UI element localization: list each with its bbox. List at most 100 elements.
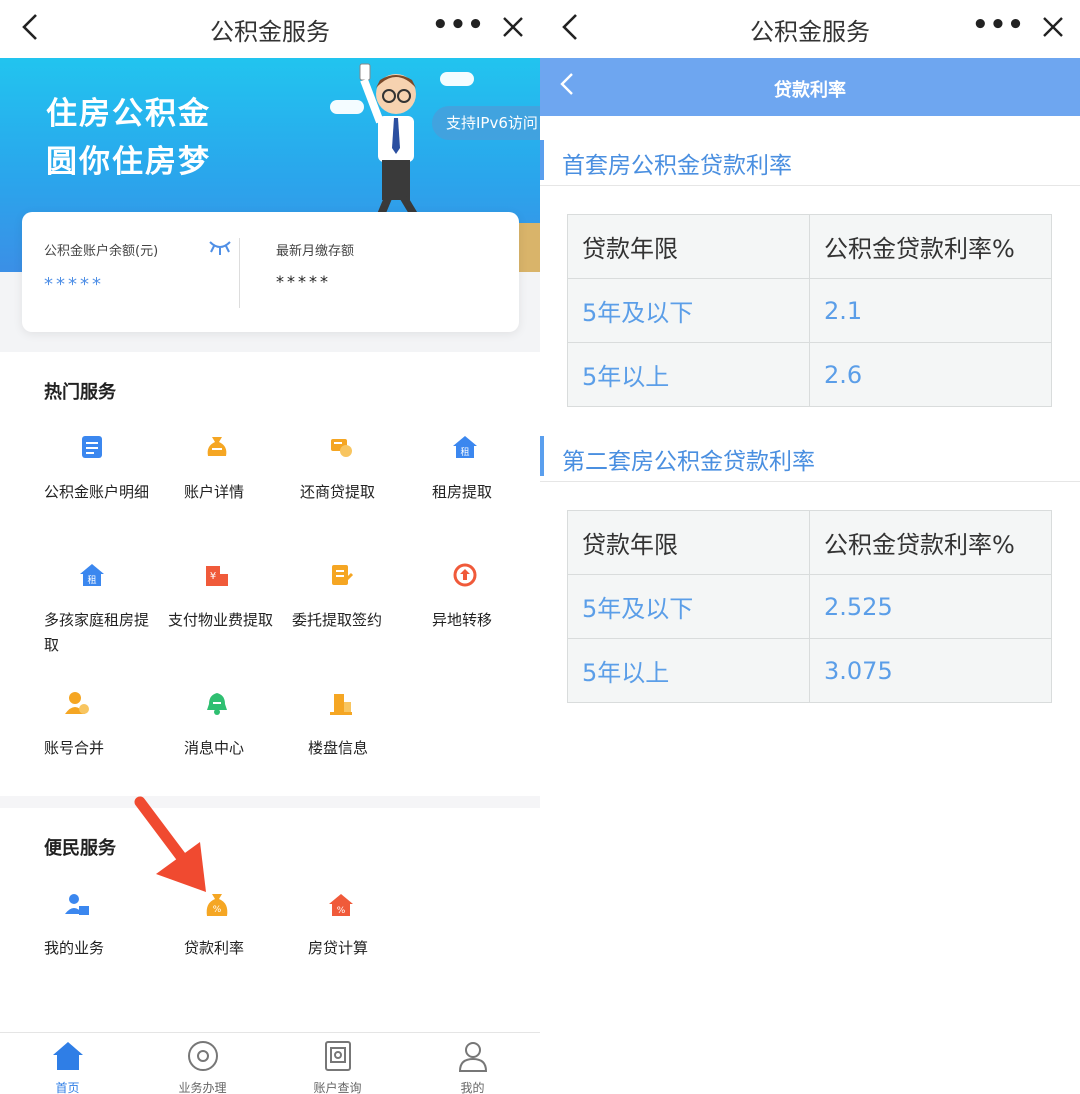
- svg-text:租: 租: [460, 447, 469, 458]
- service-label: 账号合并: [44, 739, 105, 757]
- ipv6-support-badge[interactable]: 支持IPv6访问: [432, 106, 540, 140]
- rent-house-icon: 租: [80, 564, 104, 586]
- service-label: 贷款利率: [184, 939, 245, 957]
- service-message-center[interactable]: 消息中心: [184, 690, 308, 760]
- account-query-icon: [324, 1041, 351, 1071]
- svg-text:%: %: [337, 906, 346, 916]
- back-arrow-icon[interactable]: [554, 70, 580, 100]
- banner-slogan-line2: 圆你住房梦: [46, 144, 211, 180]
- second-home-rate-table: 贷款年限 公积金贷款利率% 5年及以下 2.525 5年以上 3.075: [567, 510, 1052, 703]
- service-mortgage-calculator[interactable]: % 房贷计算: [308, 892, 432, 962]
- second-home-rate-heading: 第二套房公积金贷款利率: [540, 432, 1080, 482]
- back-arrow-icon[interactable]: [554, 10, 588, 44]
- tab-label: 账户查询: [313, 1081, 362, 1094]
- transfer-icon: [453, 563, 477, 587]
- card-divider: [239, 238, 240, 308]
- house-calc-icon: %: [329, 894, 353, 916]
- loan-rate-screen: 公积金服务 ••• 贷款利率 首套房公积金贷款利率 贷款年限 公积金贷款利率% …: [540, 0, 1080, 1094]
- red-arrow-annotation: [134, 796, 206, 892]
- table-row: 5年及以下 2.525: [567, 574, 1052, 639]
- column-header-rate: 公积金贷款利率%: [809, 214, 1052, 279]
- first-home-rate-heading: 首套房公积金贷款利率: [540, 136, 1080, 186]
- business-icon: [187, 1041, 218, 1071]
- service-label: 支付物业费提取: [168, 611, 274, 629]
- service-property-fee[interactable]: ¥ 支付物业费提取: [168, 562, 292, 662]
- tab-profile[interactable]: 我的: [405, 1033, 540, 1094]
- banner-slogan-line1: 住房公积金: [46, 96, 211, 132]
- convenience-services-title: 便民服务: [44, 838, 116, 859]
- loan-rate-header: 贷款利率: [540, 58, 1080, 116]
- rate-cell: 3.075: [809, 638, 1052, 703]
- balance-label: 公积金账户余额(元): [44, 244, 159, 259]
- column-header-rate: 公积金贷款利率%: [809, 510, 1052, 575]
- close-icon[interactable]: [1036, 10, 1070, 44]
- money-bag-icon: [207, 437, 227, 456]
- section-title: 首套房公积金贷款利率: [562, 153, 792, 179]
- service-label: 还商贷提取: [300, 483, 376, 501]
- svg-text:¥: ¥: [210, 571, 216, 582]
- service-label: 消息中心: [184, 739, 245, 757]
- top-nav-bar: 公积金服务 •••: [540, 0, 1080, 54]
- service-property-info[interactable]: 楼盘信息: [308, 690, 432, 760]
- balance-value: *****: [44, 274, 104, 295]
- tab-label: 我的: [460, 1081, 485, 1094]
- service-label: 公积金账户明细: [44, 483, 150, 501]
- service-label: 异地转移: [432, 611, 493, 629]
- service-label: 多孩家庭租房提取: [44, 611, 150, 654]
- back-arrow-icon[interactable]: [14, 10, 48, 44]
- service-label: 租房提取: [432, 483, 493, 501]
- column-header-term: 贷款年限: [567, 214, 810, 279]
- section-title: 第二套房公积金贷款利率: [562, 449, 815, 475]
- hot-services-title: 热门服务: [44, 382, 116, 403]
- tab-business[interactable]: 业务办理: [135, 1033, 270, 1094]
- building-icon: [330, 694, 352, 715]
- bell-icon: [207, 693, 227, 715]
- property-fee-icon: ¥: [206, 566, 228, 586]
- service-account-detail[interactable]: 公积金账户明细: [44, 434, 168, 534]
- table-row: 5年以上 2.6: [567, 342, 1052, 407]
- table-header-row: 贷款年限 公积金贷款利率%: [567, 510, 1052, 575]
- section-gap: [0, 796, 540, 808]
- rate-cell: 2.1: [809, 278, 1052, 343]
- service-multi-child-rent[interactable]: 租 多孩家庭租房提取: [44, 562, 168, 662]
- term-cell: 5年以上: [567, 638, 810, 703]
- balance-card[interactable]: 公积金账户余额(元) ***** 最新月缴存额 *****: [22, 212, 519, 332]
- term-cell: 5年及以下: [567, 278, 810, 343]
- table-row: 5年及以下 2.1: [567, 278, 1052, 343]
- service-my-business[interactable]: 我的业务: [44, 892, 168, 962]
- term-cell: 5年以上: [567, 342, 810, 407]
- rate-cell: 2.525: [809, 574, 1052, 639]
- loan-repay-icon: [331, 439, 352, 457]
- service-account-merge[interactable]: 账号合并: [44, 690, 168, 760]
- service-remote-transfer[interactable]: 异地转移: [432, 562, 540, 632]
- close-icon[interactable]: [496, 10, 530, 44]
- rate-cell: 2.6: [809, 342, 1052, 407]
- service-rent-withdrawal[interactable]: 租 租房提取: [432, 434, 540, 504]
- eye-hidden-icon[interactable]: [208, 236, 232, 258]
- section-accent-bar: [540, 436, 544, 476]
- more-menu-button[interactable]: •••: [432, 8, 484, 42]
- profile-icon: [458, 1042, 487, 1072]
- svg-text:租: 租: [87, 575, 96, 586]
- table-header-row: 贷款年限 公积金贷款利率%: [567, 214, 1052, 279]
- service-account-info[interactable]: 账户详情: [184, 434, 308, 504]
- tab-home[interactable]: 首页: [0, 1033, 135, 1094]
- monthly-deposit-label: 最新月缴存额: [276, 244, 355, 259]
- home-screen: 公积金服务 ••• 住房公积金 圆你住房梦 支持IPv6访问 公积金账户余额(元…: [0, 0, 540, 1094]
- table-row: 5年以上 3.075: [567, 638, 1052, 703]
- term-cell: 5年及以下: [567, 574, 810, 639]
- tab-label: 业务办理: [178, 1081, 227, 1094]
- service-label: 房贷计算: [308, 939, 369, 957]
- service-entrusted-withdrawal[interactable]: 委托提取签约: [292, 562, 416, 632]
- service-loan-rate[interactable]: % 贷款利率: [184, 892, 308, 962]
- tab-account-query[interactable]: 账户查询: [270, 1033, 405, 1094]
- svg-text:%: %: [213, 905, 222, 915]
- more-menu-button[interactable]: •••: [972, 8, 1024, 42]
- home-icon: [52, 1042, 83, 1070]
- service-label: 账户详情: [184, 483, 245, 501]
- contract-icon: [332, 565, 354, 586]
- top-nav-bar: 公积金服务 •••: [0, 0, 540, 54]
- service-repay-commercial-loan[interactable]: 还商贷提取: [300, 434, 424, 504]
- rent-house-icon: 租: [453, 436, 477, 458]
- first-home-rate-table: 贷款年限 公积金贷款利率% 5年及以下 2.1 5年以上 2.6: [567, 214, 1052, 407]
